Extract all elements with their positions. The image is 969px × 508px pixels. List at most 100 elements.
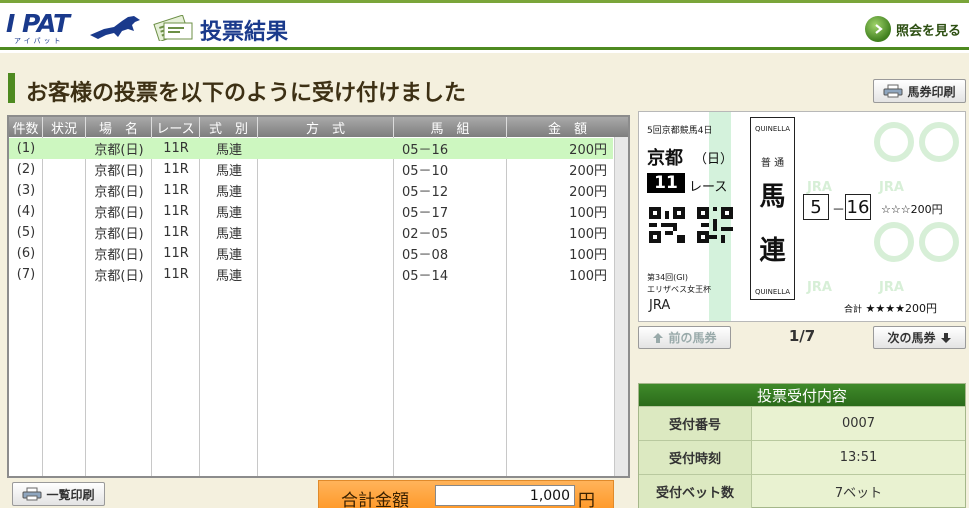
column-header-venue: 場 名 <box>86 117 152 137</box>
ticket-total-value: ★★★★200円 <box>865 302 937 315</box>
table-row[interactable]: (6) 京都(日) 11R 馬連 05－08 100円 <box>9 243 613 264</box>
prev-ticket-button[interactable]: 前の馬券 <box>638 326 731 349</box>
ticket-horse-2: 16 <box>845 194 871 220</box>
cell-method <box>258 159 394 180</box>
ticket-bet-type-char1: 馬 <box>759 182 786 212</box>
arrow-down-icon <box>940 332 951 343</box>
ipat-logo[interactable]: I PAT アイパット <box>6 9 142 45</box>
table-header: 件数 状況 場 名 レース 式 別 方 式 馬 組 金 額 <box>9 117 628 137</box>
column-header-race: レース <box>152 117 200 137</box>
cell-bet-type: 馬連 <box>215 206 242 221</box>
cell-bet-type: 馬連 <box>215 185 242 200</box>
cell-venue: 京都(日) <box>94 143 144 158</box>
next-ticket-button[interactable]: 次の馬券 <box>873 326 966 349</box>
table-row[interactable]: (3) 京都(日) 11R 馬連 05－12 200円 <box>9 180 613 201</box>
cell-amount: 100円 <box>569 227 607 242</box>
cell-amount: 100円 <box>569 206 607 221</box>
jra-watermark-text: JRA <box>879 280 904 295</box>
page-title: お客様の投票を以下のように受け付けました <box>26 81 467 106</box>
cell-amount: 200円 <box>569 185 607 200</box>
cell-bet-type: 馬連 <box>215 227 242 242</box>
list-print-button[interactable]: 一覧印刷 <box>12 482 105 506</box>
cell-venue: 京都(日) <box>94 164 144 179</box>
cell-combination: 02－05 <box>402 227 449 242</box>
table-row[interactable]: (2) 京都(日) 11R 馬連 05－10 200円 <box>9 159 613 180</box>
ticket-jra: JRA <box>649 298 671 313</box>
column-header-count: 件数 <box>9 117 43 137</box>
qr-code-icon <box>697 207 733 243</box>
cell-method <box>258 180 394 201</box>
ticket-quinella-bottom: QUINELLA <box>754 288 791 296</box>
cell-bet-type: 馬連 <box>215 269 242 284</box>
acceptance-label: 受付番号 <box>639 407 752 440</box>
acceptance-label: 受付時刻 <box>639 441 752 474</box>
table-body: (1) 京都(日) 11R 馬連 05－16 200円 (2) 京都(日) 11… <box>9 137 628 476</box>
cell-status <box>43 138 86 159</box>
cell-combination: 05－16 <box>402 143 449 158</box>
column-header-method: 方 式 <box>258 117 394 137</box>
acceptance-row: 受付番号 0007 <box>639 406 965 440</box>
acceptance-title: 投票受付内容 <box>639 384 965 406</box>
ticket-bet-type-char2: 連 <box>759 236 786 266</box>
column-header-amount: 金 額 <box>547 121 587 137</box>
table-row[interactable]: (1) 京都(日) 11R 馬連 05－16 200円 <box>9 138 613 159</box>
cell-combination: 05－12 <box>402 185 449 200</box>
cell-amount: 200円 <box>569 143 607 158</box>
ticket-meeting: 5回京都競馬4日 <box>647 126 713 136</box>
acceptance-row: 受付ベット数 7ベット <box>639 474 965 508</box>
cell-status <box>43 243 86 264</box>
acceptance-row: 受付時刻 13:51 <box>639 440 965 474</box>
ticket-quinella-top: QUINELLA <box>754 125 791 133</box>
inquiry-button[interactable]: 照会を見る <box>864 15 961 43</box>
jra-watermark-text: JRA <box>879 180 904 195</box>
ticket-mode: 普 通 <box>760 158 785 169</box>
cell-count: (1) <box>16 141 36 156</box>
cell-combination: 05－08 <box>402 248 449 263</box>
jra-watermark-text: JRA <box>807 280 832 295</box>
ticket-pager: 1/7 <box>788 327 816 345</box>
column-header-status: 状況 <box>43 117 86 137</box>
cell-combination: 05－17 <box>402 206 449 221</box>
ticket-race-label: レース <box>689 180 728 195</box>
total-amount-panel: 合計金額 1,000 円 <box>318 480 614 508</box>
cell-race: 11R <box>163 141 189 156</box>
cell-amount: 100円 <box>569 269 607 284</box>
ticket-preview: JRA JRA JRA JRA 5回京都競馬4日 京都 （日） 11 レース 第… <box>638 111 966 322</box>
cell-venue: 京都(日) <box>94 227 144 242</box>
ticket-race-title-line2: エリザベス女王杯 <box>647 285 712 294</box>
cell-status <box>43 222 86 243</box>
acceptance-value: 0007 <box>841 416 876 431</box>
cell-count: (4) <box>16 204 36 219</box>
cell-status <box>43 201 86 222</box>
ticket-dash: － <box>832 203 846 218</box>
total-amount-unit: 円 <box>578 491 595 508</box>
cell-method <box>258 201 394 222</box>
cell-bet-type: 馬連 <box>215 143 242 158</box>
cell-count: (7) <box>16 267 36 282</box>
ticket-total-label: 合計 <box>844 305 863 315</box>
cell-venue: 京都(日) <box>94 269 144 284</box>
table-row[interactable]: (7) 京都(日) 11R 馬連 05－14 100円 <box>9 264 613 285</box>
ticket-line-amount: ☆☆☆200円 <box>881 203 943 216</box>
cell-count: (6) <box>16 246 36 261</box>
arrow-up-icon <box>653 332 664 343</box>
ticket-venue: 京都 <box>647 148 683 169</box>
cell-amount: 100円 <box>569 248 607 263</box>
cell-method <box>258 222 394 243</box>
inquiry-button-label: 照会を見る <box>895 23 961 39</box>
cell-race: 11R <box>163 246 189 261</box>
table-row[interactable]: (5) 京都(日) 11R 馬連 02－05 100円 <box>9 222 613 243</box>
ticket-day: （日） <box>694 152 734 167</box>
list-print-button-label: 一覧印刷 <box>46 487 95 502</box>
jra-watermark-icon <box>919 222 959 262</box>
total-amount-field: 1,000 <box>435 485 575 506</box>
title-accent-bar <box>8 73 15 103</box>
jra-watermark-icon <box>874 122 914 162</box>
print-ticket-button[interactable]: 馬券印刷 <box>873 79 966 103</box>
ticket-race-title-line1: 第34回(GI) <box>647 273 688 282</box>
table-scrollbar[interactable] <box>614 137 628 476</box>
cell-venue: 京都(日) <box>94 206 144 221</box>
next-ticket-label: 次の馬券 <box>887 331 936 345</box>
app-header: I PAT アイパット 投票結果 照会を見る <box>0 0 969 50</box>
table-row[interactable]: (4) 京都(日) 11R 馬連 05－17 100円 <box>9 201 613 222</box>
